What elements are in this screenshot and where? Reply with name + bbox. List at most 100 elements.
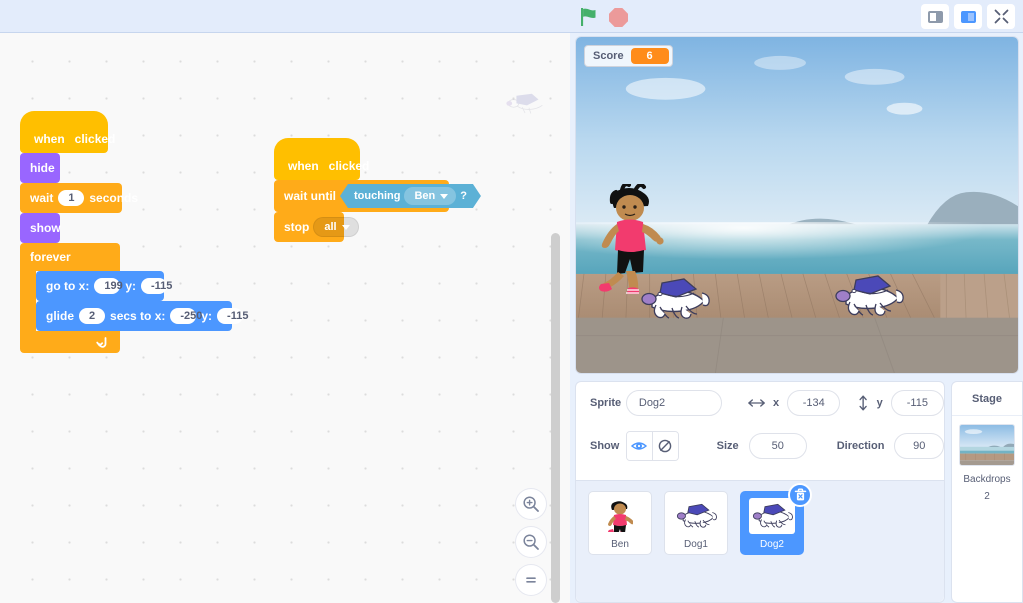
sprite-info-row-top: Sprite Dog2 x -134 y -115 <box>576 382 944 424</box>
touching-target-dropdown[interactable]: Ben <box>404 187 456 205</box>
sprite-dog1-on-stage[interactable] <box>638 277 710 321</box>
go-to-x-input[interactable]: 199 <box>94 278 120 294</box>
show-visible-button[interactable] <box>627 432 652 460</box>
sprite-list: Ben Dog1 <box>576 480 944 602</box>
eye-icon <box>631 438 647 454</box>
variable-monitor-score[interactable]: Score 6 <box>584 45 673 67</box>
show-toggle-group <box>626 431 679 461</box>
y-position-value: -115 <box>907 397 928 409</box>
block-label-wait: wait <box>30 191 53 205</box>
wait-seconds-input[interactable]: 1 <box>58 190 84 206</box>
stop-option-value: all <box>324 221 336 233</box>
script-block-1[interactable]: when clicked hide wait 1 seconds <box>20 111 232 353</box>
block-label-y: y: <box>125 279 136 293</box>
dog-running-thumb <box>675 503 717 529</box>
stage-selector-pane: Stage <box>951 381 1023 603</box>
x-position-icon <box>748 396 765 410</box>
block-label-glide: glide <box>46 309 74 323</box>
block-label-secs-to-x: secs to x: <box>110 309 165 323</box>
sprite-name-input[interactable]: Dog2 <box>626 390 722 416</box>
zoom-in-icon <box>522 495 540 513</box>
block-show[interactable]: show <box>20 213 60 243</box>
block-wait-seconds[interactable]: wait 1 seconds <box>20 183 122 213</box>
block-hide[interactable]: hide <box>20 153 60 183</box>
direction-value: 90 <box>913 440 925 452</box>
green-flag-button[interactable] <box>579 7 601 27</box>
variable-value: 6 <box>631 48 669 64</box>
small-stage-button[interactable] <box>921 4 949 29</box>
block-label-go-to-x: go to x: <box>46 279 89 293</box>
sprite-info-pane: Sprite Dog2 x -134 y -115 Show <box>575 381 945 603</box>
block-when-flag-clicked[interactable]: when clicked <box>20 111 108 153</box>
glide-y-input[interactable]: -115 <box>217 308 243 324</box>
block-label-when: when <box>34 132 65 146</box>
sprite-card-dog1[interactable]: Dog1 <box>664 491 728 555</box>
dog-sprite-watermark <box>503 85 551 117</box>
go-to-y-input[interactable]: -115 <box>141 278 167 294</box>
block-label-hide: hide <box>30 161 55 175</box>
sprite-dog2-on-stage[interactable] <box>832 274 904 318</box>
sprite-thumb-dog1 <box>673 498 719 534</box>
block-forever[interactable]: forever go to x: 199 y: -115 <box>20 243 232 353</box>
stage-card[interactable]: Backdrops 2 <box>952 416 1022 505</box>
size-value: 50 <box>772 440 784 452</box>
zoom-in-button[interactable] <box>516 489 546 519</box>
stage-size-controls <box>921 4 1015 29</box>
block-go-to-xy[interactable]: go to x: 199 y: -115 <box>36 271 164 301</box>
zoom-reset-button[interactable] <box>516 565 546 595</box>
zoom-out-button[interactable] <box>516 527 546 557</box>
sprite-info-row-bottom: Show Size 50 <box>576 424 944 468</box>
delete-sprite-button[interactable] <box>788 483 812 507</box>
sprite-card-ben[interactable]: Ben <box>588 491 652 555</box>
sprite-card-label: Ben <box>589 536 651 554</box>
normal-stage-icon <box>961 11 976 23</box>
chevron-down-icon <box>342 225 350 230</box>
code-canvas[interactable]: when clicked hide wait 1 seconds <box>0 33 570 603</box>
block-wait-until[interactable]: wait until touching Ben ? <box>274 180 449 212</box>
glide-secs-input[interactable]: 2 <box>79 308 105 324</box>
block-when-flag-clicked-2[interactable]: when clicked <box>274 138 360 180</box>
y-position-input[interactable]: -115 <box>891 390 944 416</box>
block-touching[interactable]: touching Ben ? <box>340 184 481 208</box>
direction-input[interactable]: 90 <box>894 433 944 459</box>
sprite-name-label: Sprite <box>590 397 626 409</box>
fullscreen-button[interactable] <box>987 4 1015 29</box>
block-label-show: show <box>30 221 61 235</box>
x-position-input[interactable]: -134 <box>787 390 840 416</box>
code-vertical-scrollbar[interactable] <box>551 233 560 603</box>
sprite-thumb-ben <box>597 498 643 534</box>
sprite-card-label: Dog1 <box>665 536 727 554</box>
script-block-2[interactable]: when clicked wait until touching Ben ? <box>274 138 449 242</box>
stop-button[interactable] <box>609 8 628 27</box>
dog-running-thumb <box>751 503 793 529</box>
boy-running-thumb <box>607 500 633 532</box>
backdrops-count: 2 <box>984 488 990 505</box>
size-input[interactable]: 50 <box>749 433 807 459</box>
block-label-clicked: clicked <box>75 132 116 146</box>
stage[interactable]: Score 6 <box>575 36 1019 374</box>
glide-x-input[interactable]: -250 <box>170 308 196 324</box>
direction-label: Direction <box>837 440 885 452</box>
equals-icon <box>522 571 540 589</box>
x-label: x <box>773 397 779 409</box>
show-label: Show <box>590 440 626 452</box>
y-label: y <box>877 397 883 409</box>
sprite-name-value: Dog2 <box>639 397 665 409</box>
block-stop[interactable]: stop all <box>274 212 344 242</box>
stop-sign-icon <box>609 8 628 27</box>
zoom-out-icon <box>522 533 540 551</box>
block-label-when-2: when <box>288 159 319 173</box>
show-hidden-button[interactable] <box>652 432 678 460</box>
stage-selector-title: Stage <box>952 382 1022 416</box>
zoom-controls <box>516 489 546 595</box>
normal-stage-button[interactable] <box>954 4 982 29</box>
trash-icon <box>794 488 807 502</box>
scratch-editor: when clicked hide wait 1 seconds <box>0 0 1023 603</box>
block-label-glide-y: y: <box>201 309 212 323</box>
loop-arrow-icon <box>95 336 108 349</box>
stop-option-dropdown[interactable]: all <box>313 217 358 237</box>
sprite-thumb-dog2 <box>749 498 795 534</box>
backdrops-label: Backdrops <box>963 471 1010 488</box>
sprite-card-dog2[interactable]: Dog2 <box>740 491 804 555</box>
block-glide-to-xy[interactable]: glide 2 secs to x: -250 y: -115 <box>36 301 232 331</box>
